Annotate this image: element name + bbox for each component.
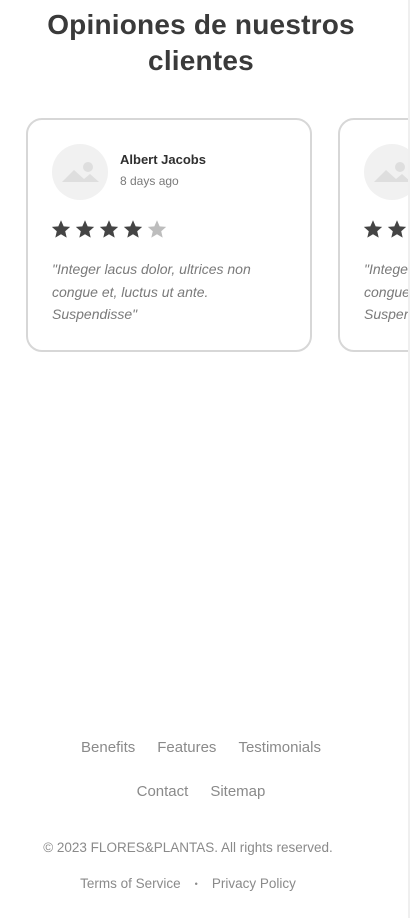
image-placeholder-icon xyxy=(364,144,410,200)
section-title-line-2: clientes xyxy=(148,45,254,77)
privacy-policy-link[interactable]: Privacy Policy xyxy=(212,874,296,894)
footer-nav: Benefits Features Testimonials Contact S… xyxy=(0,736,402,824)
star-icon xyxy=(122,218,144,244)
review-date: 8 days ago xyxy=(120,174,179,188)
image-placeholder-icon xyxy=(52,144,108,200)
star-empty-icon xyxy=(146,218,168,244)
review-text: "Integer lacus dolor, ultrices non congu… xyxy=(52,261,251,322)
footer-nav-row: Benefits Features Testimonials xyxy=(0,736,402,760)
review-card: "Integer lacus dolor, ultrices non congu… xyxy=(338,118,410,352)
review-text: "Integer lacus dolor, ultrices non congu… xyxy=(364,261,410,322)
footer-nav-row: Contact Sitemap xyxy=(0,780,402,804)
star-rating xyxy=(362,218,410,244)
bullet-separator: • xyxy=(194,879,198,889)
copyright-text: © 2023 FLORES&PLANTAS. All rights reserv… xyxy=(43,840,333,855)
footer-link-testimonials[interactable]: Testimonials xyxy=(238,736,321,760)
legal-links: Terms of Service • Privacy Policy xyxy=(0,874,376,894)
star-icon xyxy=(386,218,408,244)
footer-link-contact[interactable]: Contact xyxy=(137,780,189,804)
star-icon xyxy=(98,218,120,244)
star-icon xyxy=(50,218,72,244)
star-icon xyxy=(74,218,96,244)
footer-link-features[interactable]: Features xyxy=(157,736,216,760)
footer-link-benefits[interactable]: Benefits xyxy=(81,736,135,760)
review-card: Albert Jacobs 8 days ago "Integer lacus … xyxy=(26,118,312,352)
page: Opiniones de nuestros clientes Albert Ja… xyxy=(0,0,410,918)
footer-link-sitemap[interactable]: Sitemap xyxy=(210,780,265,804)
reviews-carousel[interactable]: Albert Jacobs 8 days ago "Integer lacus … xyxy=(26,118,410,358)
star-icon xyxy=(362,218,384,244)
star-rating xyxy=(50,218,168,244)
section-title: Opiniones de nuestros clientes xyxy=(0,7,402,79)
terms-of-service-link[interactable]: Terms of Service xyxy=(80,874,181,894)
section-title-line-1: Opiniones de nuestros xyxy=(47,9,355,41)
reviewer-name: Albert Jacobs xyxy=(120,152,206,167)
